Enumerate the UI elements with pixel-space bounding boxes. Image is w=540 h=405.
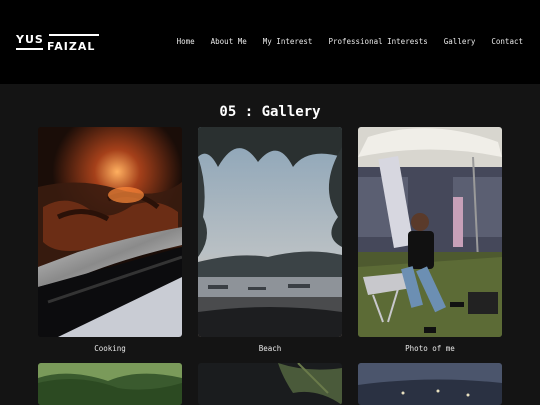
caption-cooking: Cooking	[94, 344, 126, 353]
logo-bar	[49, 34, 99, 36]
nav-my-interest[interactable]: My Interest	[263, 37, 313, 46]
caption-photo-of-me: Photo of me	[405, 344, 455, 353]
photo-image	[358, 363, 502, 405]
gallery-photo[interactable]	[38, 363, 182, 405]
gallery-photo[interactable]	[198, 363, 342, 405]
site-logo[interactable]: YUS FAIZAL	[16, 34, 102, 54]
nav-professional-interests[interactable]: Professional Interests	[328, 37, 427, 46]
site-header: YUS FAIZAL Home About Me My Interest Pro…	[0, 0, 540, 84]
photo-image	[198, 363, 342, 405]
photo-image	[38, 363, 182, 405]
logo-line1: YUS	[16, 33, 44, 46]
nav-gallery[interactable]: Gallery	[444, 37, 476, 46]
gallery-photo-cooking[interactable]	[38, 127, 182, 337]
gallery-photo-beach[interactable]	[198, 127, 342, 337]
logo-bar	[16, 48, 43, 50]
nav-about-me[interactable]: About Me	[211, 37, 247, 46]
beach-image	[198, 127, 342, 337]
nav-contact[interactable]: Contact	[491, 37, 523, 46]
logo-line2: FAIZAL	[47, 40, 96, 53]
cooking-image	[38, 127, 182, 337]
photo-of-me-image	[358, 127, 502, 337]
gallery-photo[interactable]	[358, 363, 502, 405]
main-nav: Home About Me My Interest Professional I…	[161, 37, 523, 46]
section-title: 05 : Gallery	[219, 104, 321, 120]
nav-home[interactable]: Home	[177, 37, 195, 46]
gallery-photo-me[interactable]	[358, 127, 502, 337]
caption-beach: Beach	[258, 344, 282, 353]
